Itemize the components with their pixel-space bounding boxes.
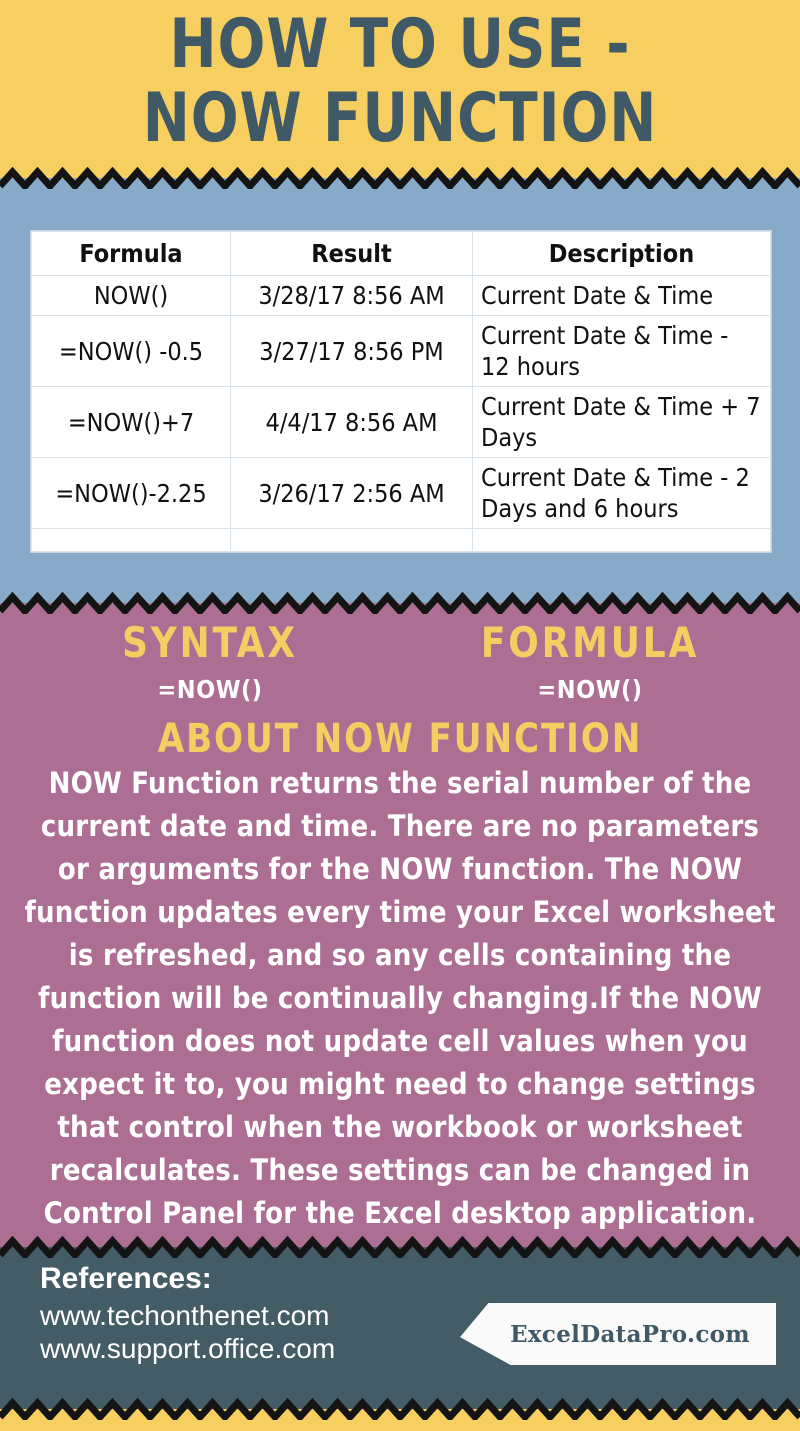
references-heading: References: xyxy=(40,1262,212,1295)
brand-logo-text: ExcelDataPro.com xyxy=(510,1320,750,1348)
zigzag-divider-bottom xyxy=(0,1398,800,1420)
cell-formula: NOW() xyxy=(31,275,231,316)
table-row: NOW() 3/28/17 8:56 AM Current Date & Tim… xyxy=(31,275,771,316)
page-title: HOW TO USE - NOW FUNCTION xyxy=(32,8,768,156)
zigzag-divider-footer-top xyxy=(0,1236,800,1258)
cell-formula: =NOW()+7 xyxy=(31,386,231,458)
references-list: www.techonthenet.com www.support.office.… xyxy=(40,1299,335,1365)
cell-description: Current Date & Time - 2 Days and 6 hours xyxy=(472,457,771,529)
cell-formula: =NOW() -0.5 xyxy=(31,315,231,387)
filler-cell xyxy=(230,528,473,552)
column-header-formula: Formula xyxy=(31,231,231,276)
cell-description: Current Date & Time + 7 Days xyxy=(472,386,771,458)
about-description-text: NOW Function returns the serial number o… xyxy=(24,766,776,1230)
column-header-result: Result xyxy=(230,231,473,276)
table-header-row: Formula Result Description xyxy=(31,231,771,276)
syntax-value: =NOW() xyxy=(157,675,263,704)
table-filler-row xyxy=(31,528,771,552)
table-row: =NOW() -0.5 3/27/17 8:56 PM Current Date… xyxy=(31,315,771,387)
filler-cell xyxy=(472,528,771,552)
column-header-description: Description xyxy=(472,231,771,276)
cell-description: Current Date & Time - 12 hours xyxy=(472,315,771,387)
reference-link-1[interactable]: www.techonthenet.com xyxy=(40,1299,335,1332)
about-section-heading: ABOUT NOW FUNCTION xyxy=(157,716,643,762)
formula-label: FORMULA xyxy=(480,618,700,667)
formula-table-container: Formula Result Description NOW() 3/28/17… xyxy=(30,230,772,553)
formula-table: Formula Result Description NOW() 3/28/17… xyxy=(31,231,771,552)
brand-logo-banner[interactable]: ExcelDataPro.com xyxy=(460,1303,776,1365)
table-row: =NOW()-2.25 3/26/17 2:56 AM Current Date… xyxy=(31,457,771,529)
zigzag-divider-middle xyxy=(0,592,800,614)
cell-result: 3/28/17 8:56 AM xyxy=(230,275,473,316)
formula-value: =NOW() xyxy=(537,675,643,704)
syntax-label: SYNTAX xyxy=(122,618,298,667)
title-line-2: NOW FUNCTION xyxy=(142,79,658,158)
cell-result: 3/26/17 2:56 AM xyxy=(230,457,473,529)
title-line-1: HOW TO USE - xyxy=(169,5,631,84)
cell-result: 4/4/17 8:56 AM xyxy=(230,386,473,458)
cell-result: 3/27/17 8:56 PM xyxy=(230,315,473,387)
filler-cell xyxy=(31,528,231,552)
infographic-root: HOW TO USE - NOW FUNCTION Formula Result… xyxy=(0,0,800,1431)
zigzag-divider-top xyxy=(0,167,800,189)
table-row: =NOW()+7 4/4/17 8:56 AM Current Date & T… xyxy=(31,386,771,458)
cell-formula: =NOW()-2.25 xyxy=(31,457,231,529)
reference-link-2[interactable]: www.support.office.com xyxy=(40,1332,335,1365)
cell-description: Current Date & Time xyxy=(472,275,771,316)
